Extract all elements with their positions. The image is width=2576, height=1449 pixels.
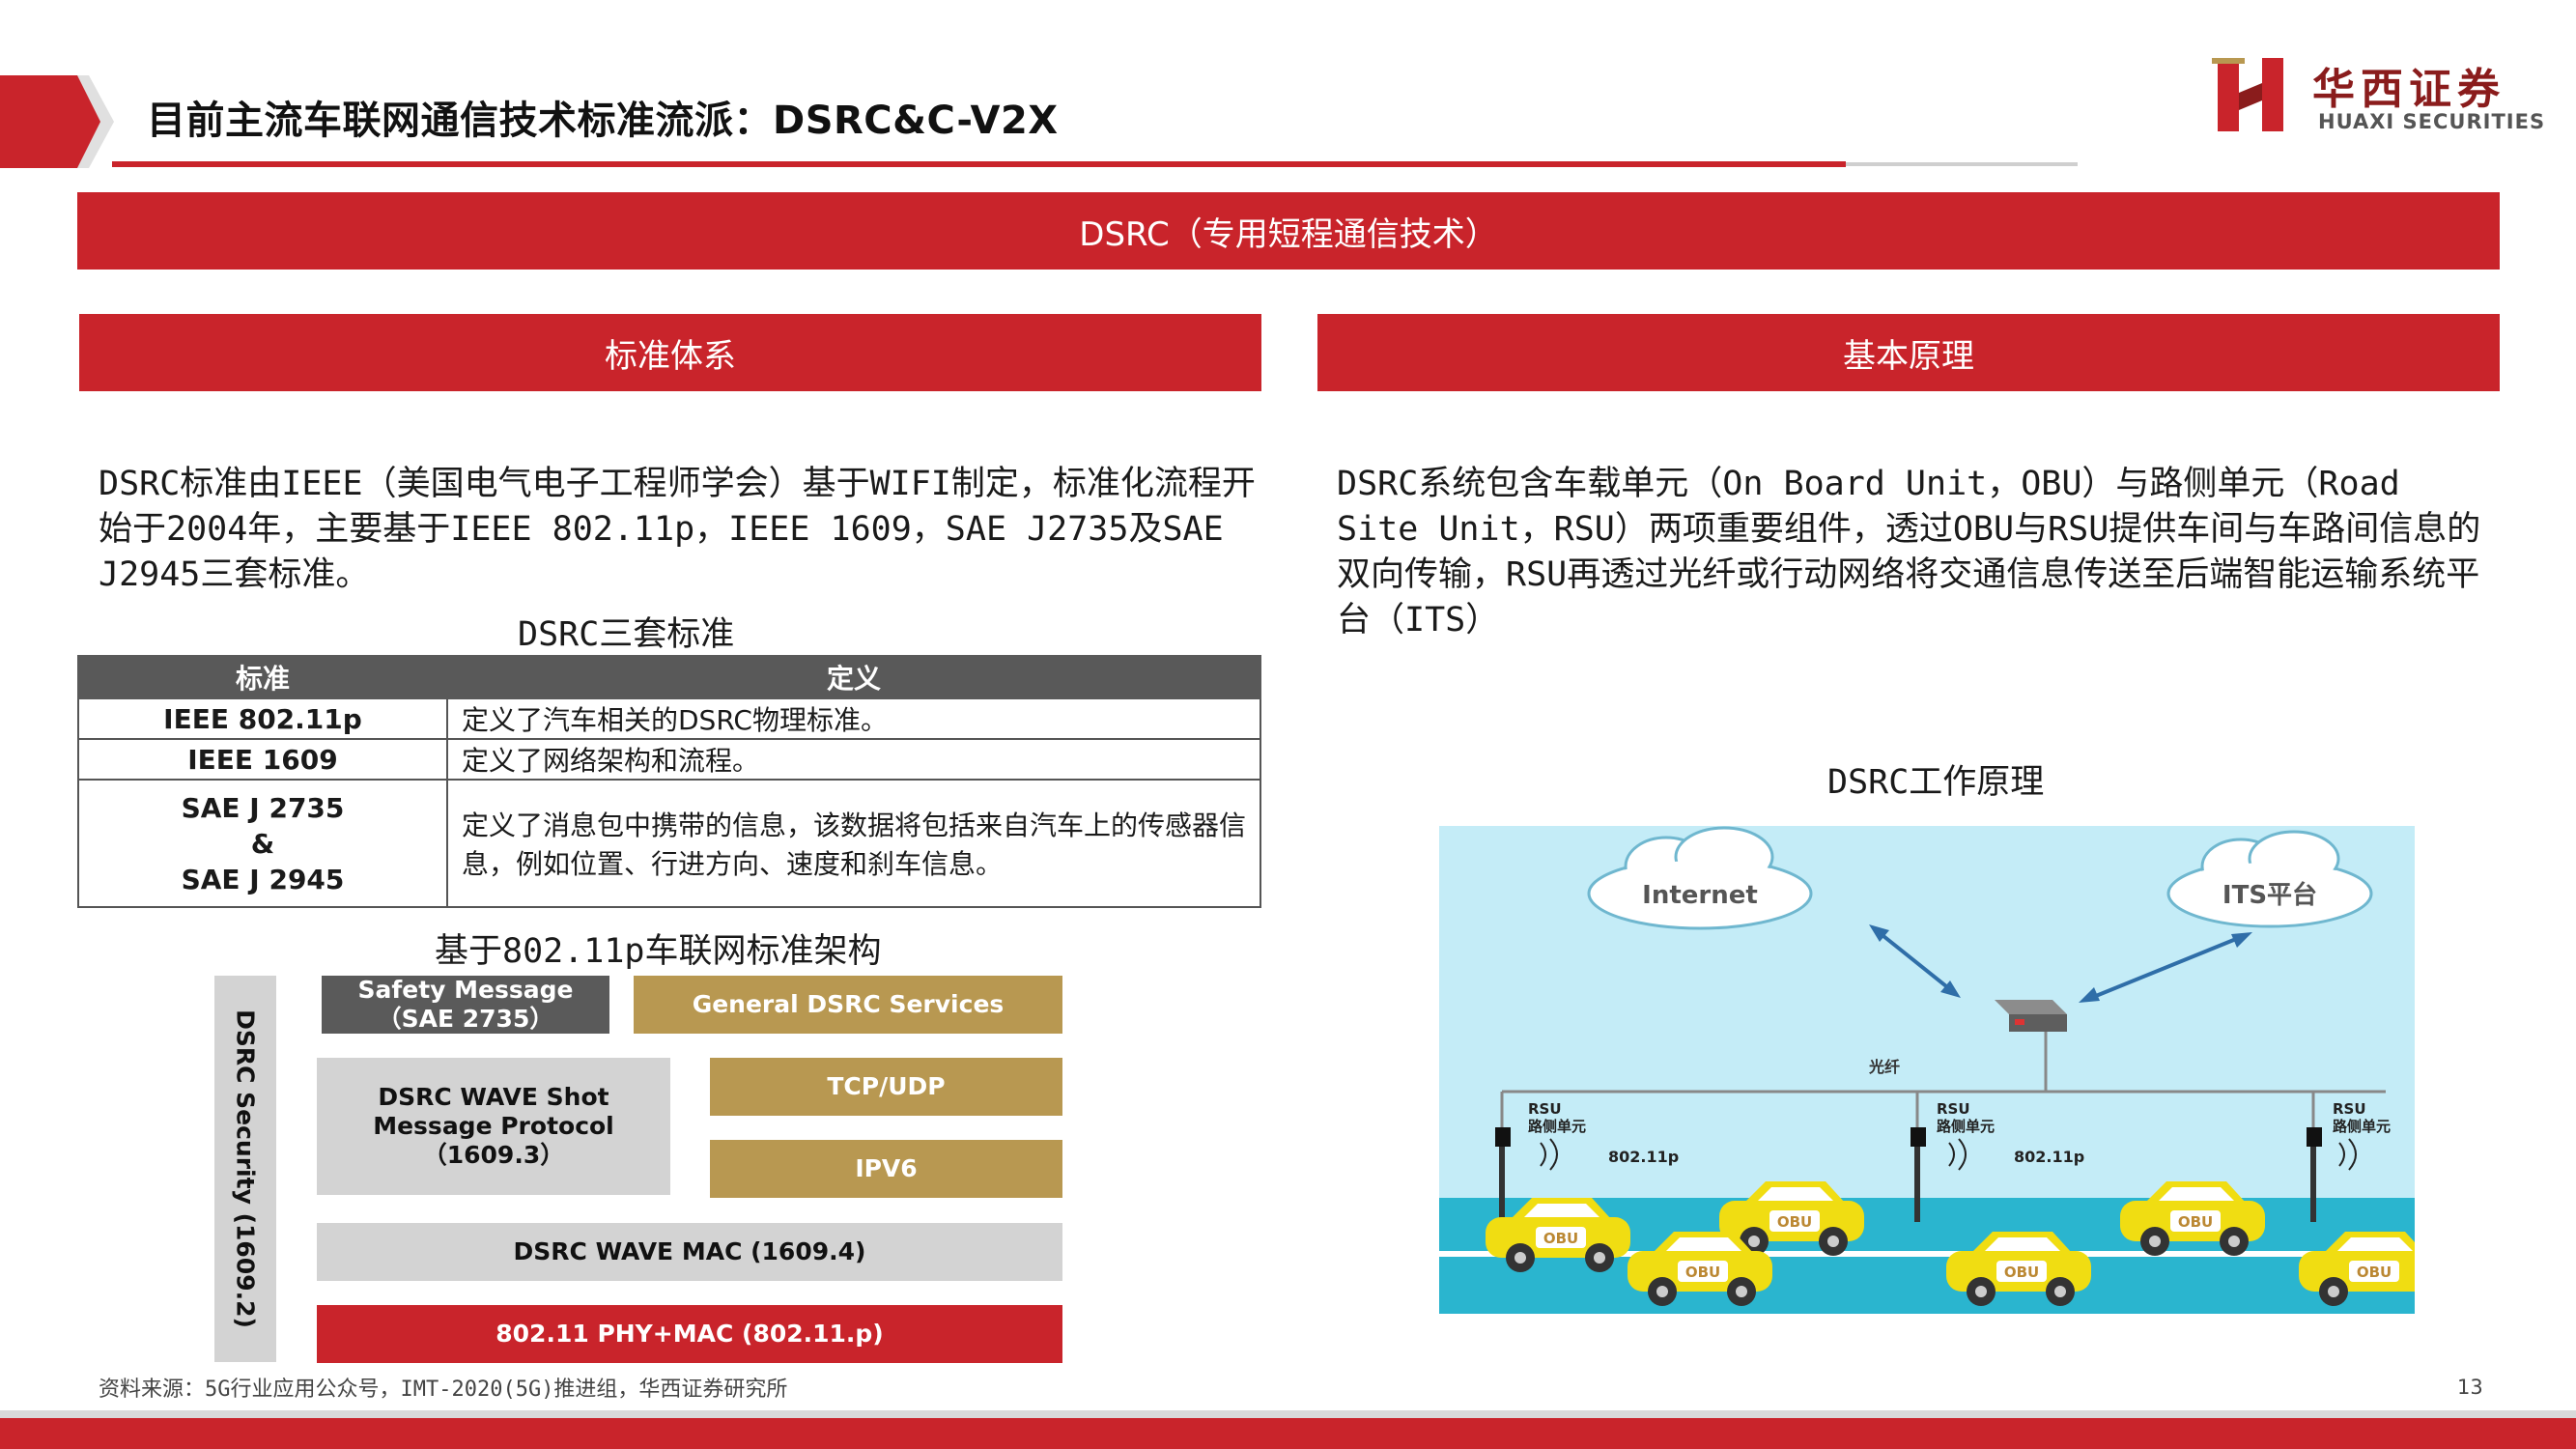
table-cell-standard: SAE J 2735 & SAE J 2945 [77, 779, 448, 908]
left-section-banner: 标准体系 [79, 314, 1261, 391]
wave-mac-block: DSRC WAVE MAC (1609.4) [317, 1223, 1062, 1281]
title-underline-gray [1846, 162, 2078, 166]
table-row: IEEE 802.11p 定义了汽车相关的DSRC物理标准。 [77, 697, 1261, 740]
table-cell-standard: IEEE 1609 [77, 738, 448, 781]
standard-line: & [250, 827, 275, 860]
standard-line: SAE J 2735 [181, 791, 345, 824]
table-cell-definition: 定义了汽车相关的DSRC物理标准。 [446, 697, 1261, 740]
safety-line: （SAE 2735） [377, 1005, 554, 1033]
svg-text:RSU: RSU [2333, 1100, 2366, 1118]
svg-text:OBU: OBU [1777, 1213, 1812, 1231]
picture-caption: DSRC工作原理 [1827, 763, 2045, 802]
page-number: 13 [2457, 1376, 2483, 1399]
general-services-block: General DSRC Services [634, 976, 1062, 1034]
footer-gray-band [0, 1410, 2576, 1418]
huaxi-logo-icon [2212, 58, 2283, 131]
ipv6-block: IPV6 [710, 1140, 1062, 1198]
table-header-standard: 标准 [77, 655, 448, 699]
svg-text:OBU: OBU [2357, 1264, 2392, 1281]
svg-text:802.11p: 802.11p [2014, 1148, 2084, 1166]
svg-text:OBU: OBU [1685, 1264, 1720, 1281]
standards-table: 标准 定义 IEEE 802.11p 定义了汽车相关的DSRC物理标准。 IEE… [77, 655, 1261, 908]
cloud-label: ITS平台 [2222, 880, 2317, 910]
table-header-definition: 定义 [446, 655, 1261, 699]
page-title: 目前主流车联网通信技术标准流派：DSRC&C-V2X [147, 99, 1059, 143]
wave-line: Message Protocol（1609.3） [373, 1112, 614, 1169]
svg-text:路侧单元: 路侧单元 [1528, 1118, 1586, 1135]
safety-message-block: Safety Message （SAE 2735） [322, 976, 609, 1034]
source-note: 资料来源：5G行业应用公众号，IMT-2020(5G)推进组，华西证券研究所 [99, 1378, 788, 1402]
standards-paragraph: DSRC标准由IEEE（美国电气电子工程师学会）基于WIFI制定，标准化流程开始… [99, 465, 1256, 594]
svg-text:路侧单元: 路侧单元 [1937, 1118, 1995, 1135]
cloud-label: Internet [1642, 881, 1758, 910]
title-underline-red [112, 161, 1846, 167]
table-caption: DSRC三套标准 [518, 615, 735, 654]
svg-text:OBU: OBU [1543, 1230, 1578, 1247]
svg-text:802.11p: 802.11p [1608, 1148, 1679, 1166]
svg-text:RSU: RSU [1528, 1100, 1562, 1118]
table-row: SAE J 2735 & SAE J 2945 定义了消息包中携带的信息，该数据… [77, 779, 1261, 908]
right-section-banner: 基本原理 [1317, 314, 2500, 391]
standard-line: SAE J 2945 [181, 863, 345, 895]
logo-text-cn: 华西证券 [2312, 65, 2505, 114]
dsrc-working-principle-illustration: Internet ITS平台 光纤 RSU 路侧单元 802.11p RSU 路… [1439, 826, 2415, 1314]
svg-text:RSU: RSU [1937, 1100, 1970, 1118]
principle-paragraph: DSRC系统包含车载单元（On Board Unit，OBU）与路侧单元（Roa… [1337, 465, 2481, 639]
table-header-row: 标准 定义 [77, 655, 1261, 699]
header-arrow-icon [0, 75, 114, 168]
svg-text:OBU: OBU [2178, 1213, 2213, 1231]
footer-red-band [0, 1418, 2576, 1449]
table-row: IEEE 1609 定义了网络架构和流程。 [77, 738, 1261, 781]
table-cell-definition: 定义了消息包中携带的信息，该数据将包括来自汽车上的传感器信息，例如位置、行进方向… [446, 779, 1261, 908]
fiber-label: 光纤 [1868, 1058, 1900, 1076]
table-cell-definition: 定义了网络架构和流程。 [446, 738, 1261, 781]
table-cell-standard: IEEE 802.11p [77, 697, 448, 740]
tcp-udp-block: TCP/UDP [710, 1058, 1062, 1116]
wave-line: DSRC WAVE Shot [378, 1083, 609, 1111]
svg-text:路侧单元: 路侧单元 [2333, 1118, 2391, 1135]
svg-text:OBU: OBU [2004, 1264, 2039, 1281]
safety-line: Safety Message [357, 976, 574, 1004]
architecture-caption: 基于802.11p车联网标准架构 [435, 932, 882, 971]
main-banner: DSRC（专用短程通信技术） [77, 192, 2500, 270]
logo-text-en: HUAXI SECURITIES [2318, 110, 2546, 133]
security-label: DSRC Security (1609.2) [231, 1009, 260, 1328]
phy-mac-block: 802.11 PHY+MAC (802.11.p) [317, 1305, 1062, 1363]
wave-protocol-block: DSRC WAVE Shot Message Protocol（1609.3） [317, 1058, 670, 1195]
